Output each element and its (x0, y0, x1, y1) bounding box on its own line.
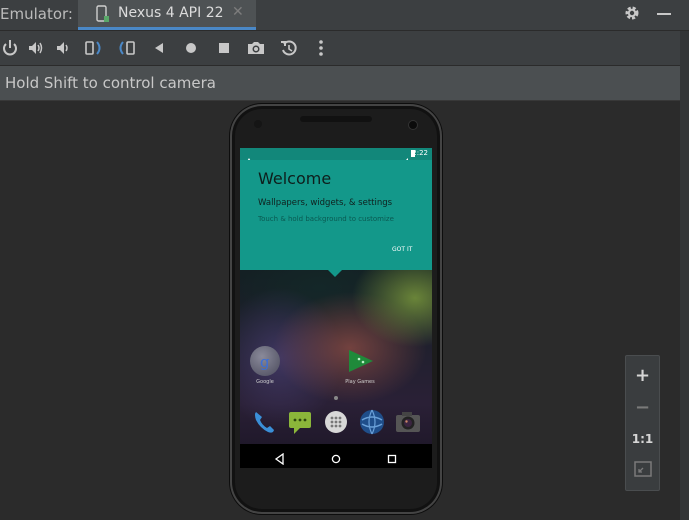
tab-close-button[interactable]: ✕ (232, 4, 244, 20)
camera-hint-text: Hold Shift to control camera (5, 74, 217, 92)
status-bar: 2:22 (240, 148, 432, 165)
more-icon[interactable] (311, 38, 331, 58)
welcome-title: Welcome (258, 169, 332, 188)
back-icon[interactable] (149, 38, 169, 58)
tab-nexus-4[interactable]: Nexus 4 API 22 ✕ (78, 0, 256, 30)
app-label-play-games: Play Games (345, 379, 375, 385)
power-icon[interactable] (0, 38, 20, 58)
nav-bar (240, 444, 432, 468)
tab-title: Nexus 4 API 22 (118, 5, 224, 21)
fit-screen-icon (633, 461, 652, 481)
snapshot-icon[interactable] (279, 38, 299, 58)
scrollbar[interactable] (680, 31, 689, 520)
got-it-button[interactable]: GOT IT (392, 246, 412, 253)
zoom-one-to-one-button[interactable]: 1:1 (626, 424, 659, 454)
messaging-icon[interactable] (286, 408, 314, 436)
camera-icon[interactable] (394, 408, 422, 436)
minimize-icon[interactable] (656, 6, 672, 26)
volume-up-icon[interactable] (26, 38, 46, 58)
card-pointer (328, 270, 342, 277)
gear-icon[interactable] (623, 4, 641, 26)
browser-icon[interactable] (358, 408, 386, 436)
zoom-out-button[interactable]: − (626, 392, 659, 422)
rotate-left-icon[interactable] (84, 38, 104, 58)
page-indicator (334, 396, 338, 400)
zoom-in-button[interactable]: + (626, 360, 659, 390)
nav-home-icon[interactable] (330, 450, 342, 468)
device-icon (96, 5, 110, 27)
speaker-grille (300, 116, 372, 122)
camera-hint-bar: Hold Shift to control camera (0, 66, 680, 101)
proximity-sensor (254, 120, 262, 128)
nav-recents-icon[interactable] (386, 450, 398, 468)
volume-down-icon[interactable] (53, 38, 73, 58)
app-drawer-icon[interactable] (322, 408, 350, 436)
phone-icon[interactable] (250, 408, 278, 436)
zoom-controls: + − 1:1 (625, 355, 660, 491)
zoom-one-to-one-label: 1:1 (631, 432, 654, 446)
rotate-right-icon[interactable] (116, 38, 136, 58)
nav-back-icon[interactable] (274, 450, 286, 468)
zoom-in-label: + (634, 364, 651, 386)
overview-icon[interactable] (214, 38, 234, 58)
front-camera (408, 120, 418, 130)
play-games-icon[interactable] (345, 346, 375, 376)
welcome-card: Welcome Wallpapers, widgets, & settings … (240, 160, 432, 270)
device-screen[interactable]: 2:22 Welcome Wallpapers, widgets, & sett… (240, 148, 432, 468)
welcome-subtitle: Wallpapers, widgets, & settings (258, 198, 393, 208)
panel-label: Emulator: (0, 5, 73, 23)
device-frame: 2:22 Welcome Wallpapers, widgets, & sett… (230, 104, 442, 514)
home-icon[interactable] (181, 38, 201, 58)
screenshot-icon[interactable] (246, 38, 266, 58)
title-bar: Emulator: Nexus 4 API 22 ✕ (0, 0, 689, 31)
app-label-google: Google (256, 379, 274, 385)
status-time: 2:22 (412, 149, 428, 157)
google-folder-icon[interactable]: g (250, 346, 280, 376)
welcome-hint: Touch & hold background to customize (258, 215, 394, 223)
svg-text:g: g (260, 353, 270, 371)
fit-screen-button[interactable] (626, 456, 659, 486)
emulator-toolbar (0, 31, 689, 66)
zoom-out-label: − (634, 396, 651, 418)
